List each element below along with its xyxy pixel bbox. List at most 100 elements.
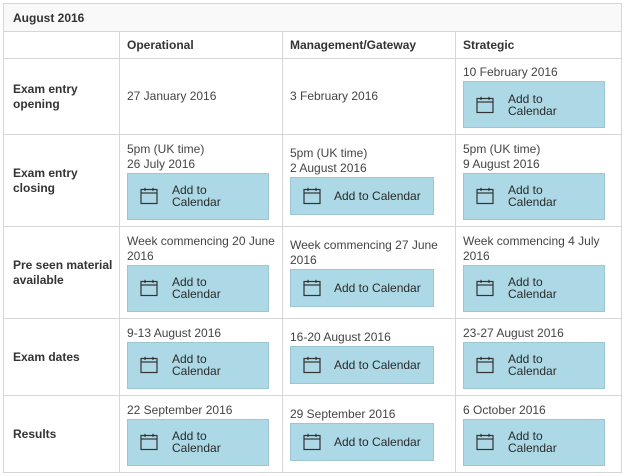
row-label: Pre seen material available xyxy=(3,226,120,319)
calendar-icon xyxy=(476,96,494,114)
calendar-icon xyxy=(476,433,494,451)
add-to-calendar-label: Add to Calendar xyxy=(172,352,221,378)
date-cell-content: 9-13 August 2016 Add to Calendar xyxy=(127,326,275,389)
add-to-calendar-button[interactable]: Add to Calendar xyxy=(127,172,269,220)
date-text: 29 September 2016 xyxy=(290,407,396,421)
date-cell-strategic: 23-27 August 2016 Add to Calendar xyxy=(454,318,623,396)
table-row-results: Results 22 September 2016 Add to Calendar 2… xyxy=(3,395,623,473)
date-cell-content: 5pm (UK time) 2 August 2016 Add to Calend… xyxy=(290,146,448,215)
add-to-calendar-label: Add to Calendar xyxy=(508,352,557,378)
calendar-icon xyxy=(476,356,494,374)
add-to-calendar-label: Add to Calendar xyxy=(172,183,221,209)
date-cell-operational: 9-13 August 2016 Add to Calendar xyxy=(119,318,283,396)
date-cell-content: 6 October 2016 Add to Calendar xyxy=(463,403,614,466)
date-cell-operational: 5pm (UK time) 26 July 2016 Add to Calenda… xyxy=(119,134,283,227)
caption-row: August 2016 xyxy=(2,3,623,32)
add-to-calendar-button[interactable]: Add to Calendar xyxy=(463,172,605,220)
add-to-calendar-button[interactable]: Add to Calendar xyxy=(463,418,605,466)
row-label: Exam entry opening xyxy=(3,58,120,135)
exam-dates-panel: August 2016 Operational Management/Gatew… xyxy=(2,3,623,473)
date-text: 27 January 2016 xyxy=(127,89,217,103)
date-cell-strategic: 6 October 2016 Add to Calendar xyxy=(454,395,623,473)
date-text: 23-27 August 2016 xyxy=(463,325,564,340)
add-to-calendar-label: Add to Calendar xyxy=(334,358,421,372)
calendar-icon xyxy=(303,279,321,297)
calendar-icon xyxy=(476,279,494,297)
calendar-icon xyxy=(140,187,158,205)
add-to-calendar-button[interactable]: Add to Calendar xyxy=(463,81,605,128)
add-to-calendar-button[interactable]: Add to Calendar xyxy=(127,418,269,466)
date-cell-content: Week commencing 20 June 2016 Add to Calen… xyxy=(127,234,275,312)
date-cell-content: 10 February 2016 Add to Calendar xyxy=(463,65,614,128)
calendar-icon xyxy=(140,356,158,374)
add-to-calendar-label: Add to Calendar xyxy=(508,275,557,301)
date-cell-strategic: 5pm (UK time) 9 August 2016 Add to Calend… xyxy=(454,134,623,227)
add-to-calendar-label: Add to Calendar xyxy=(172,275,221,301)
date-cell-content: 16-20 August 2016 Add to Calendar xyxy=(290,330,448,384)
add-to-calendar-button[interactable]: Add to Calendar xyxy=(127,264,269,312)
add-to-calendar-label: Add to Calendar xyxy=(334,281,421,295)
date-text: Week commencing 27 June 2016 xyxy=(290,238,438,267)
date-cell-management-gateway: Week commencing 27 June 2016 Add to Calen… xyxy=(282,226,456,319)
row-label: Results xyxy=(3,395,120,473)
header-management-gateway: Management/Gateway xyxy=(282,31,456,59)
date-cell-management-gateway: 5pm (UK time) 2 August 2016 Add to Calend… xyxy=(282,134,456,227)
date-cell-strategic: 10 February 2016 Add to Calendar xyxy=(454,58,623,135)
calendar-icon xyxy=(303,187,321,205)
date-text: 5pm (UK time) 26 July 2016 xyxy=(127,141,205,171)
calendar-icon xyxy=(476,187,494,205)
header-strategic: Strategic xyxy=(454,31,623,59)
date-cell-content: 5pm (UK time) 26 July 2016 Add to Calenda… xyxy=(127,142,275,220)
row-label: Exam dates xyxy=(3,318,120,396)
date-text: 16-20 August 2016 xyxy=(290,330,391,344)
header-empty xyxy=(3,31,120,59)
add-to-calendar-label: Add to Calendar xyxy=(172,429,221,455)
date-text: Week commencing 20 June 2016 xyxy=(127,233,275,263)
add-to-calendar-button[interactable]: Add to Calendar xyxy=(290,269,434,307)
add-to-calendar-label: Add to Calendar xyxy=(334,435,421,449)
calendar-icon xyxy=(140,279,158,297)
date-cell-management-gateway: 16-20 August 2016 Add to Calendar xyxy=(282,318,456,396)
table-row-exam-dates: Exam dates 9-13 August 2016 Add to Calenda… xyxy=(3,318,623,396)
add-to-calendar-label: Add to Calendar xyxy=(508,91,557,118)
date-cell-content: 22 September 2016 Add to Calendar xyxy=(127,403,275,466)
add-to-calendar-button[interactable]: Add to Calendar xyxy=(290,177,434,215)
date-cell-content: 23-27 August 2016 Add to Calendar xyxy=(463,326,614,389)
date-cell-operational: Week commencing 20 June 2016 Add to Calen… xyxy=(119,226,283,319)
calendar-icon xyxy=(140,433,158,451)
date-text: 3 February 2016 xyxy=(290,89,379,103)
date-cell-content: Week commencing 4 July 2016 Add to Calend… xyxy=(463,234,614,312)
date-text: 22 September 2016 xyxy=(127,402,233,417)
date-text: 10 February 2016 xyxy=(463,65,558,79)
add-to-calendar-label: Add to Calendar xyxy=(508,429,557,455)
table-body: Exam entry opening 27 January 2016 3 Febru… xyxy=(3,58,623,473)
add-to-calendar-button[interactable]: Add to Calendar xyxy=(127,341,269,389)
date-cell-operational: 22 September 2016 Add to Calendar xyxy=(119,395,283,473)
date-cell-content: 5pm (UK time) 9 August 2016 Add to Calend… xyxy=(463,142,614,220)
date-cell-content: 27 January 2016 xyxy=(127,89,275,104)
date-cell-operational: 27 January 2016 xyxy=(119,58,283,135)
date-text: 5pm (UK time) 9 August 2016 xyxy=(463,141,541,171)
date-text: Week commencing 4 July 2016 xyxy=(463,233,600,263)
calendar-icon xyxy=(303,356,321,374)
date-cell-management-gateway: 3 February 2016 xyxy=(282,58,456,135)
add-to-calendar-button[interactable]: Add to Calendar xyxy=(290,346,434,384)
date-cell-content: 29 September 2016 Add to Calendar xyxy=(290,407,448,461)
table-row-exam-entry-closing: Exam entry closing 5pm (UK time) 26 July … xyxy=(3,134,623,227)
date-cell-content: Week commencing 27 June 2016 Add to Calen… xyxy=(290,238,448,307)
table-row-pre-seen-material-available: Pre seen material available Week commenci… xyxy=(3,226,623,319)
date-cell-content: 3 February 2016 xyxy=(290,89,448,104)
date-cell-strategic: Week commencing 4 July 2016 Add to Calend… xyxy=(454,226,623,319)
date-cell-management-gateway: 29 September 2016 Add to Calendar xyxy=(282,395,456,473)
add-to-calendar-button[interactable]: Add to Calendar xyxy=(463,264,605,312)
exam-dates-table: August 2016 Operational Management/Gatew… xyxy=(2,3,623,473)
add-to-calendar-button[interactable]: Add to Calendar xyxy=(290,423,434,461)
date-text: 9-13 August 2016 xyxy=(127,325,222,340)
add-to-calendar-button[interactable]: Add to Calendar xyxy=(463,341,605,389)
table-row-exam-entry-opening: Exam entry opening 27 January 2016 3 Febru… xyxy=(3,58,623,135)
date-text: 5pm (UK time) 2 August 2016 xyxy=(290,146,368,175)
header-row: Operational Management/Gateway Strategic xyxy=(3,31,623,59)
table-caption: August 2016 xyxy=(2,3,623,32)
date-text: 6 October 2016 xyxy=(463,402,546,417)
add-to-calendar-label: Add to Calendar xyxy=(334,189,421,203)
